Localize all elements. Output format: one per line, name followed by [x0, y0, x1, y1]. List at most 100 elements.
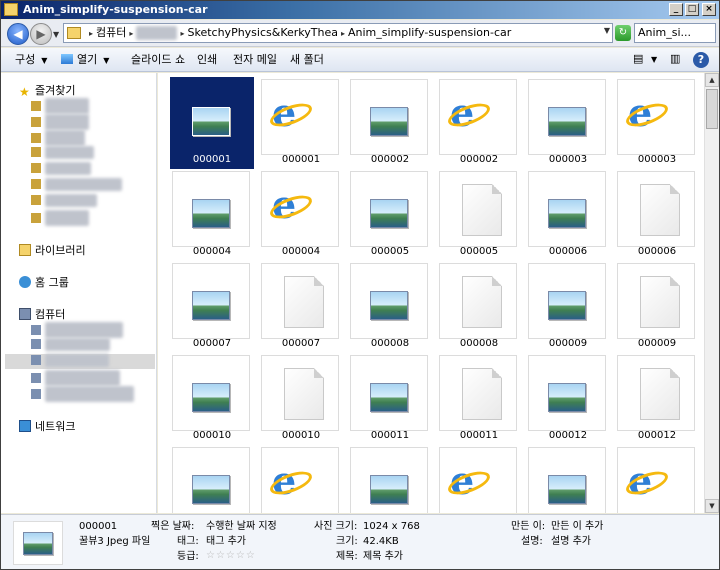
- nav-favorites-item[interactable]: 바탕 화면: [31, 98, 89, 114]
- file-item[interactable]: 000007: [259, 261, 343, 353]
- nav-favorites-item[interactable]: Recent Places: [31, 178, 122, 193]
- vertical-scrollbar[interactable]: ▲ ▼: [704, 73, 719, 513]
- nav-favorites-item[interactable]: Cloud HD: [31, 194, 97, 209]
- nav-drive-item[interactable]: 로컬 디스크 (C:): [31, 322, 123, 338]
- views-dropdown[interactable]: ▼: [651, 55, 657, 64]
- folder-icon: [31, 213, 41, 223]
- file-name: 000006: [637, 246, 677, 257]
- file-item[interactable]: 000004: [170, 169, 254, 261]
- address-field[interactable]: ▸ 컴퓨터 ▸ pumkin ▸ SketchyPhysics&KerkyThea ▸ Ani…: [63, 23, 613, 43]
- file-item[interactable]: e: [615, 445, 699, 513]
- file-item[interactable]: 000008: [437, 261, 521, 353]
- back-button[interactable]: ◀: [7, 23, 29, 45]
- file-thumbnail: [172, 79, 250, 155]
- file-item[interactable]: 000009: [526, 261, 610, 353]
- nav-favorites-item[interactable]: 저장 위치: [31, 210, 89, 226]
- details-tags-value[interactable]: 태그 추가: [206, 536, 246, 548]
- nav-drive-item-selected[interactable]: pumkin (E:): [5, 354, 155, 369]
- nav-network[interactable]: 네트워크: [19, 418, 75, 434]
- address-dropdown[interactable]: ▼: [604, 26, 610, 35]
- blank-document-icon: [640, 368, 680, 420]
- file-item[interactable]: e 000002: [437, 77, 521, 169]
- organize-button[interactable]: 구성 ▼: [15, 53, 47, 68]
- computer-icon: [19, 308, 31, 320]
- details-taken-value[interactable]: 수행한 날짜 지정: [206, 521, 277, 533]
- chevron-right-icon[interactable]: ▸: [180, 27, 184, 41]
- chevron-right-icon[interactable]: ▸: [129, 27, 133, 41]
- blank-document-icon: [284, 276, 324, 328]
- file-list[interactable]: 000001 e 000001 000002 e 000002 000003 e 000003 0…: [158, 73, 704, 513]
- file-item[interactable]: 000006: [615, 169, 699, 261]
- open-button[interactable]: 열기 ▼: [61, 53, 109, 68]
- nav-computer[interactable]: 컴퓨터: [19, 306, 65, 322]
- email-button[interactable]: 전자 메일: [233, 53, 277, 67]
- file-item[interactable]: 000010: [170, 353, 254, 445]
- jpeg-image-icon: [370, 291, 408, 320]
- nav-favorites-item[interactable]: Dropbox: [31, 162, 92, 177]
- file-item[interactable]: e: [259, 445, 343, 513]
- details-description-label: 설명:: [521, 536, 543, 547]
- recent-pages-dropdown[interactable]: ▼: [53, 30, 59, 39]
- file-item[interactable]: e 000004: [259, 169, 343, 261]
- file-item[interactable]: e 000003: [615, 77, 699, 169]
- details-description-value[interactable]: 설명 추가: [551, 536, 591, 548]
- details-title-value[interactable]: 제목 추가: [363, 551, 403, 563]
- file-name: 000009: [637, 338, 677, 349]
- new-folder-button[interactable]: 새 폴더: [290, 53, 324, 67]
- views-icon[interactable]: ▤: [633, 52, 643, 65]
- nav-drive-item[interactable]: 로컬 디스크 (F:): [31, 370, 121, 386]
- nav-favorites-item[interactable]: 다운로드: [31, 130, 86, 146]
- file-item[interactable]: 000012: [615, 353, 699, 445]
- forward-button[interactable]: ▶: [30, 23, 52, 45]
- file-item[interactable]: 000007: [170, 261, 254, 353]
- file-thumbnail: e: [261, 79, 339, 155]
- breadcrumb-current-folder[interactable]: Anim_simplify-suspension-car: [348, 26, 511, 40]
- nav-drive-item[interactable]: Volume (D:): [31, 338, 111, 353]
- window-title: Anim_simplify-suspension-car: [23, 3, 208, 16]
- file-item[interactable]: e 000001: [259, 77, 343, 169]
- file-item[interactable]: 000011: [437, 353, 521, 445]
- file-item[interactable]: 000012: [526, 353, 610, 445]
- breadcrumb-drive[interactable]: pumkin: [136, 26, 178, 40]
- scroll-thumb[interactable]: [706, 89, 718, 129]
- file-item[interactable]: e: [437, 445, 521, 513]
- preview-pane-icon[interactable]: ▥: [670, 52, 680, 65]
- file-item[interactable]: [170, 445, 254, 513]
- file-item[interactable]: 000005: [437, 169, 521, 261]
- nav-drive-item[interactable]: 이동식 디스크 (G:): [31, 386, 134, 402]
- nav-homegroup[interactable]: 홈 그룹: [19, 274, 69, 290]
- nav-favorites-item[interactable]: 최근 장소: [31, 114, 89, 130]
- slideshow-button[interactable]: 슬라이드 쇼: [131, 53, 185, 67]
- close-button[interactable]: ×: [702, 3, 716, 16]
- chevron-right-icon[interactable]: ▸: [341, 27, 345, 41]
- nav-favorites[interactable]: ★ 즐겨찾기: [19, 82, 75, 98]
- nav-library[interactable]: 라이브러리: [19, 242, 86, 258]
- rating-stars[interactable]: ☆☆☆☆☆: [206, 550, 256, 562]
- file-item[interactable]: 000009: [615, 261, 699, 353]
- title-bar[interactable]: Anim_simplify-suspension-car _ □ ×: [1, 1, 719, 19]
- maximize-button[interactable]: □: [685, 3, 699, 16]
- internet-explorer-icon: e: [628, 90, 653, 135]
- details-author-value[interactable]: 만든 이 추가: [551, 521, 603, 533]
- file-item[interactable]: 000001: [170, 77, 254, 169]
- file-item[interactable]: 000003: [526, 77, 610, 169]
- file-item[interactable]: 000010: [259, 353, 343, 445]
- file-item[interactable]: 000011: [348, 353, 432, 445]
- file-item[interactable]: 000002: [348, 77, 432, 169]
- breadcrumb-sketchyphysics[interactable]: SketchyPhysics&KerkyThea: [188, 26, 338, 40]
- scroll-up-arrow-icon[interactable]: ▲: [705, 73, 719, 87]
- refresh-button[interactable]: ↻: [615, 25, 631, 41]
- minimize-button[interactable]: _: [669, 3, 683, 16]
- homegroup-icon: [19, 276, 31, 288]
- file-item[interactable]: [526, 445, 610, 513]
- help-icon[interactable]: ?: [693, 52, 709, 68]
- file-item[interactable]: 000005: [348, 169, 432, 261]
- breadcrumb-computer[interactable]: 컴퓨터: [96, 26, 126, 40]
- file-item[interactable]: 000008: [348, 261, 432, 353]
- file-item[interactable]: [348, 445, 432, 513]
- scroll-down-arrow-icon[interactable]: ▼: [705, 499, 719, 513]
- nav-favorites-item[interactable]: SkyDrive: [31, 146, 94, 161]
- search-input[interactable]: Anim_si...: [634, 23, 716, 43]
- print-button[interactable]: 인쇄: [197, 53, 217, 67]
- file-item[interactable]: 000006: [526, 169, 610, 261]
